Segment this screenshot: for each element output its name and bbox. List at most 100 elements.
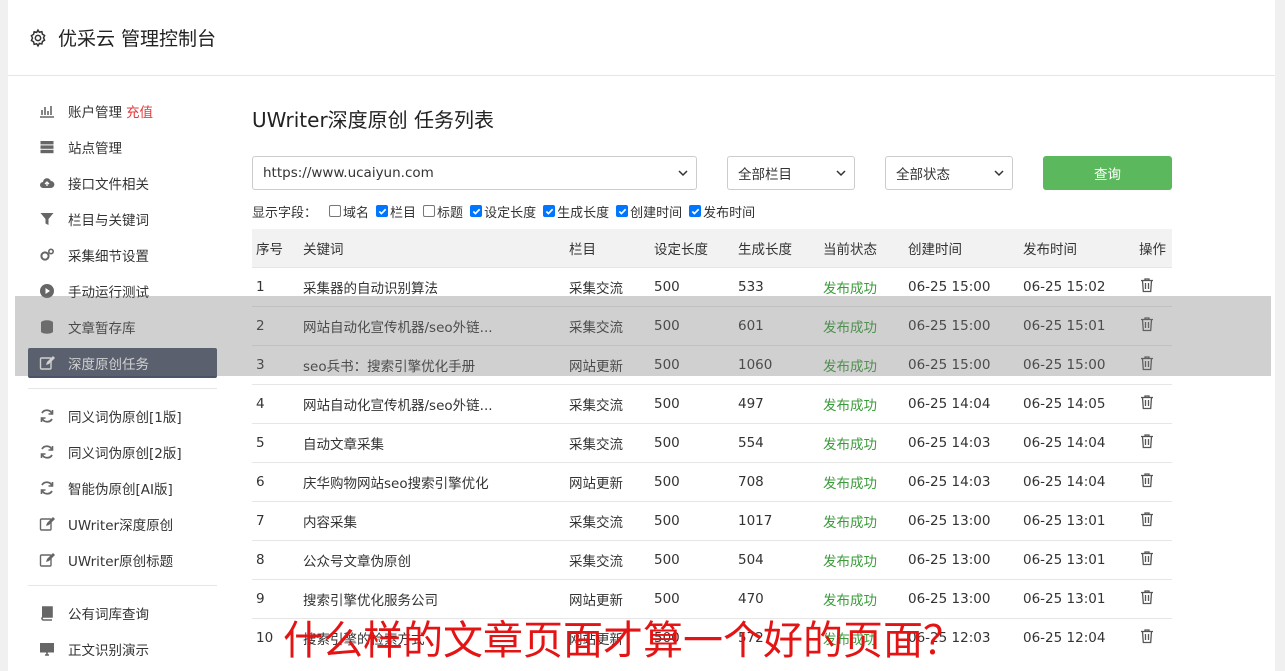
recharge-link[interactable]: 充值 — [126, 101, 153, 121]
field-checkbox-4[interactable]: 生成长度 — [543, 202, 609, 221]
table-cell: 7 — [252, 500, 299, 540]
table-cell: 发布成功 — [819, 383, 904, 423]
delete-action[interactable] — [1135, 617, 1172, 657]
chevron-down-icon — [836, 170, 846, 177]
table-cell: 500 — [650, 344, 734, 384]
sidebar-item-label: 深度原创任务 — [68, 357, 149, 373]
sidebar-item-group3-0[interactable]: 公有词库查询 — [28, 598, 217, 628]
sidebar-divider — [28, 388, 217, 389]
status-select[interactable]: 全部状态 — [885, 156, 1013, 190]
table-cell: 采集交流 — [565, 266, 650, 306]
field-checkbox-label: 栏目 — [390, 205, 417, 221]
sidebar-item-label: 智能伪原创[AI版] — [68, 482, 173, 498]
column-header-1: 关键词 — [299, 229, 565, 267]
table-cell: 554 — [734, 422, 819, 462]
table-cell: 500 — [650, 500, 734, 540]
table-cell[interactable]: seo兵书：搜索引擎优化手册 — [299, 344, 565, 384]
sidebar-item-group2-0[interactable]: 同义词伪原创[1版] — [28, 401, 217, 431]
table-cell[interactable]: 网站自动化宣传机器/seo外链... — [299, 305, 565, 345]
delete-action[interactable] — [1135, 266, 1172, 306]
chevron-down-icon — [678, 170, 688, 177]
column-header-2: 栏目 — [565, 229, 650, 267]
trash-icon[interactable] — [1139, 277, 1155, 293]
table-cell: 06-25 14:04 — [1019, 461, 1135, 501]
table-cell[interactable]: 网站自动化宣传机器/seo外链... — [299, 383, 565, 423]
trash-icon[interactable] — [1139, 550, 1155, 566]
trash-icon[interactable] — [1139, 589, 1155, 605]
cloud-upload-icon — [38, 174, 56, 192]
sidebar-item-group1-6[interactable]: 文章暂存库 — [28, 312, 217, 342]
edit-icon — [38, 515, 56, 533]
sidebar-item-group1-5[interactable]: 手动运行测试 — [28, 276, 217, 306]
checkbox-checked[interactable] — [470, 205, 483, 217]
table-cell[interactable]: 庆华购物网站seo搜索引擎优化 — [299, 461, 565, 501]
table-cell: 500 — [650, 266, 734, 306]
sidebar-item-label: 接口文件相关 — [68, 177, 149, 193]
sidebar-item-group1-1[interactable]: 站点管理 — [28, 132, 217, 162]
sidebar-item-group1-7[interactable]: 深度原创任务 — [28, 348, 217, 378]
delete-action[interactable] — [1135, 539, 1172, 579]
checkbox-unchecked[interactable] — [423, 205, 436, 217]
field-checkbox-1[interactable]: 栏目 — [376, 202, 416, 221]
query-button[interactable]: 查询 — [1043, 156, 1172, 190]
sidebar-item-group2-3[interactable]: UWriter深度原创 — [28, 509, 217, 539]
table-row: 5 自动文章采集 采集交流 500 554 发布成功 06-25 14:03 06-25 14… — [252, 422, 1172, 462]
trash-icon[interactable] — [1139, 472, 1155, 488]
trash-icon[interactable] — [1139, 394, 1155, 410]
field-checkbox-2[interactable]: 标题 — [423, 202, 463, 221]
gears-icon — [38, 246, 56, 264]
checkbox-checked[interactable] — [543, 205, 556, 217]
gear-icon — [30, 28, 46, 47]
delete-action[interactable] — [1135, 305, 1172, 345]
table-cell: 发布成功 — [819, 500, 904, 540]
checkbox-checked[interactable] — [689, 205, 702, 217]
checkbox-unchecked[interactable] — [329, 205, 342, 217]
table-cell[interactable]: 公众号文章伪原创 — [299, 539, 565, 579]
sidebar-item-label: 站点管理 — [68, 141, 122, 157]
monitor-icon — [38, 640, 56, 658]
table-cell: 发布成功 — [819, 344, 904, 384]
delete-action[interactable] — [1135, 461, 1172, 501]
trash-icon[interactable] — [1139, 433, 1155, 449]
table-cell[interactable]: 内容采集 — [299, 500, 565, 540]
table-cell: 采集交流 — [565, 422, 650, 462]
table-cell: 采集交流 — [565, 305, 650, 345]
field-checkbox-5[interactable]: 创建时间 — [616, 202, 682, 221]
delete-action[interactable] — [1135, 383, 1172, 423]
column-header-3: 设定长度 — [650, 229, 734, 267]
sidebar-item-group3-1[interactable]: 正文识别演示 — [28, 634, 217, 664]
sidebar-item-group1-0[interactable]: 账户管理 充值 — [28, 96, 217, 126]
field-checkbox-3[interactable]: 设定长度 — [470, 202, 536, 221]
trash-icon[interactable] — [1139, 511, 1155, 527]
table-cell: 06-25 13:00 — [904, 500, 1019, 540]
delete-action[interactable] — [1135, 422, 1172, 462]
trash-icon[interactable] — [1139, 316, 1155, 332]
sidebar-item-group2-1[interactable]: 同义词伪原创[2版] — [28, 437, 217, 467]
sidebar-item-label: UWriter原创标题 — [68, 554, 174, 570]
table-cell: 采集交流 — [565, 539, 650, 579]
delete-action[interactable] — [1135, 344, 1172, 384]
checkbox-checked[interactable] — [376, 205, 389, 217]
table-cell[interactable]: 自动文章采集 — [299, 422, 565, 462]
table-cell[interactable]: 采集器的自动识别算法 — [299, 266, 565, 306]
trash-icon[interactable] — [1139, 355, 1155, 371]
trash-icon[interactable] — [1139, 628, 1155, 644]
delete-action[interactable] — [1135, 500, 1172, 540]
sidebar-item-label: UWriter深度原创 — [68, 518, 174, 534]
sidebar-item-group1-4[interactable]: 采集细节设置 — [28, 240, 217, 270]
site-select[interactable]: https://www.ucaiyun.com — [252, 156, 697, 190]
field-checkbox-6[interactable]: 发布时间 — [689, 202, 755, 221]
refresh-icon — [38, 479, 56, 497]
sidebar-item-group1-3[interactable]: 栏目与关键词 — [28, 204, 217, 234]
book-icon — [38, 604, 56, 622]
delete-action[interactable] — [1135, 578, 1172, 618]
field-checkbox-0[interactable]: 域名 — [329, 202, 369, 221]
sidebar-item-group2-4[interactable]: UWriter原创标题 — [28, 545, 217, 575]
table-cell: 06-25 15:01 — [1019, 305, 1135, 345]
sidebar-item-group1-2[interactable]: 接口文件相关 — [28, 168, 217, 198]
sidebar-item-label: 同义词伪原创[1版] — [68, 410, 182, 426]
checkbox-checked[interactable] — [616, 205, 629, 217]
table-cell: 发布成功 — [819, 539, 904, 579]
sidebar-item-group2-2[interactable]: 智能伪原创[AI版] — [28, 473, 217, 503]
column-select[interactable]: 全部栏目 — [727, 156, 855, 190]
